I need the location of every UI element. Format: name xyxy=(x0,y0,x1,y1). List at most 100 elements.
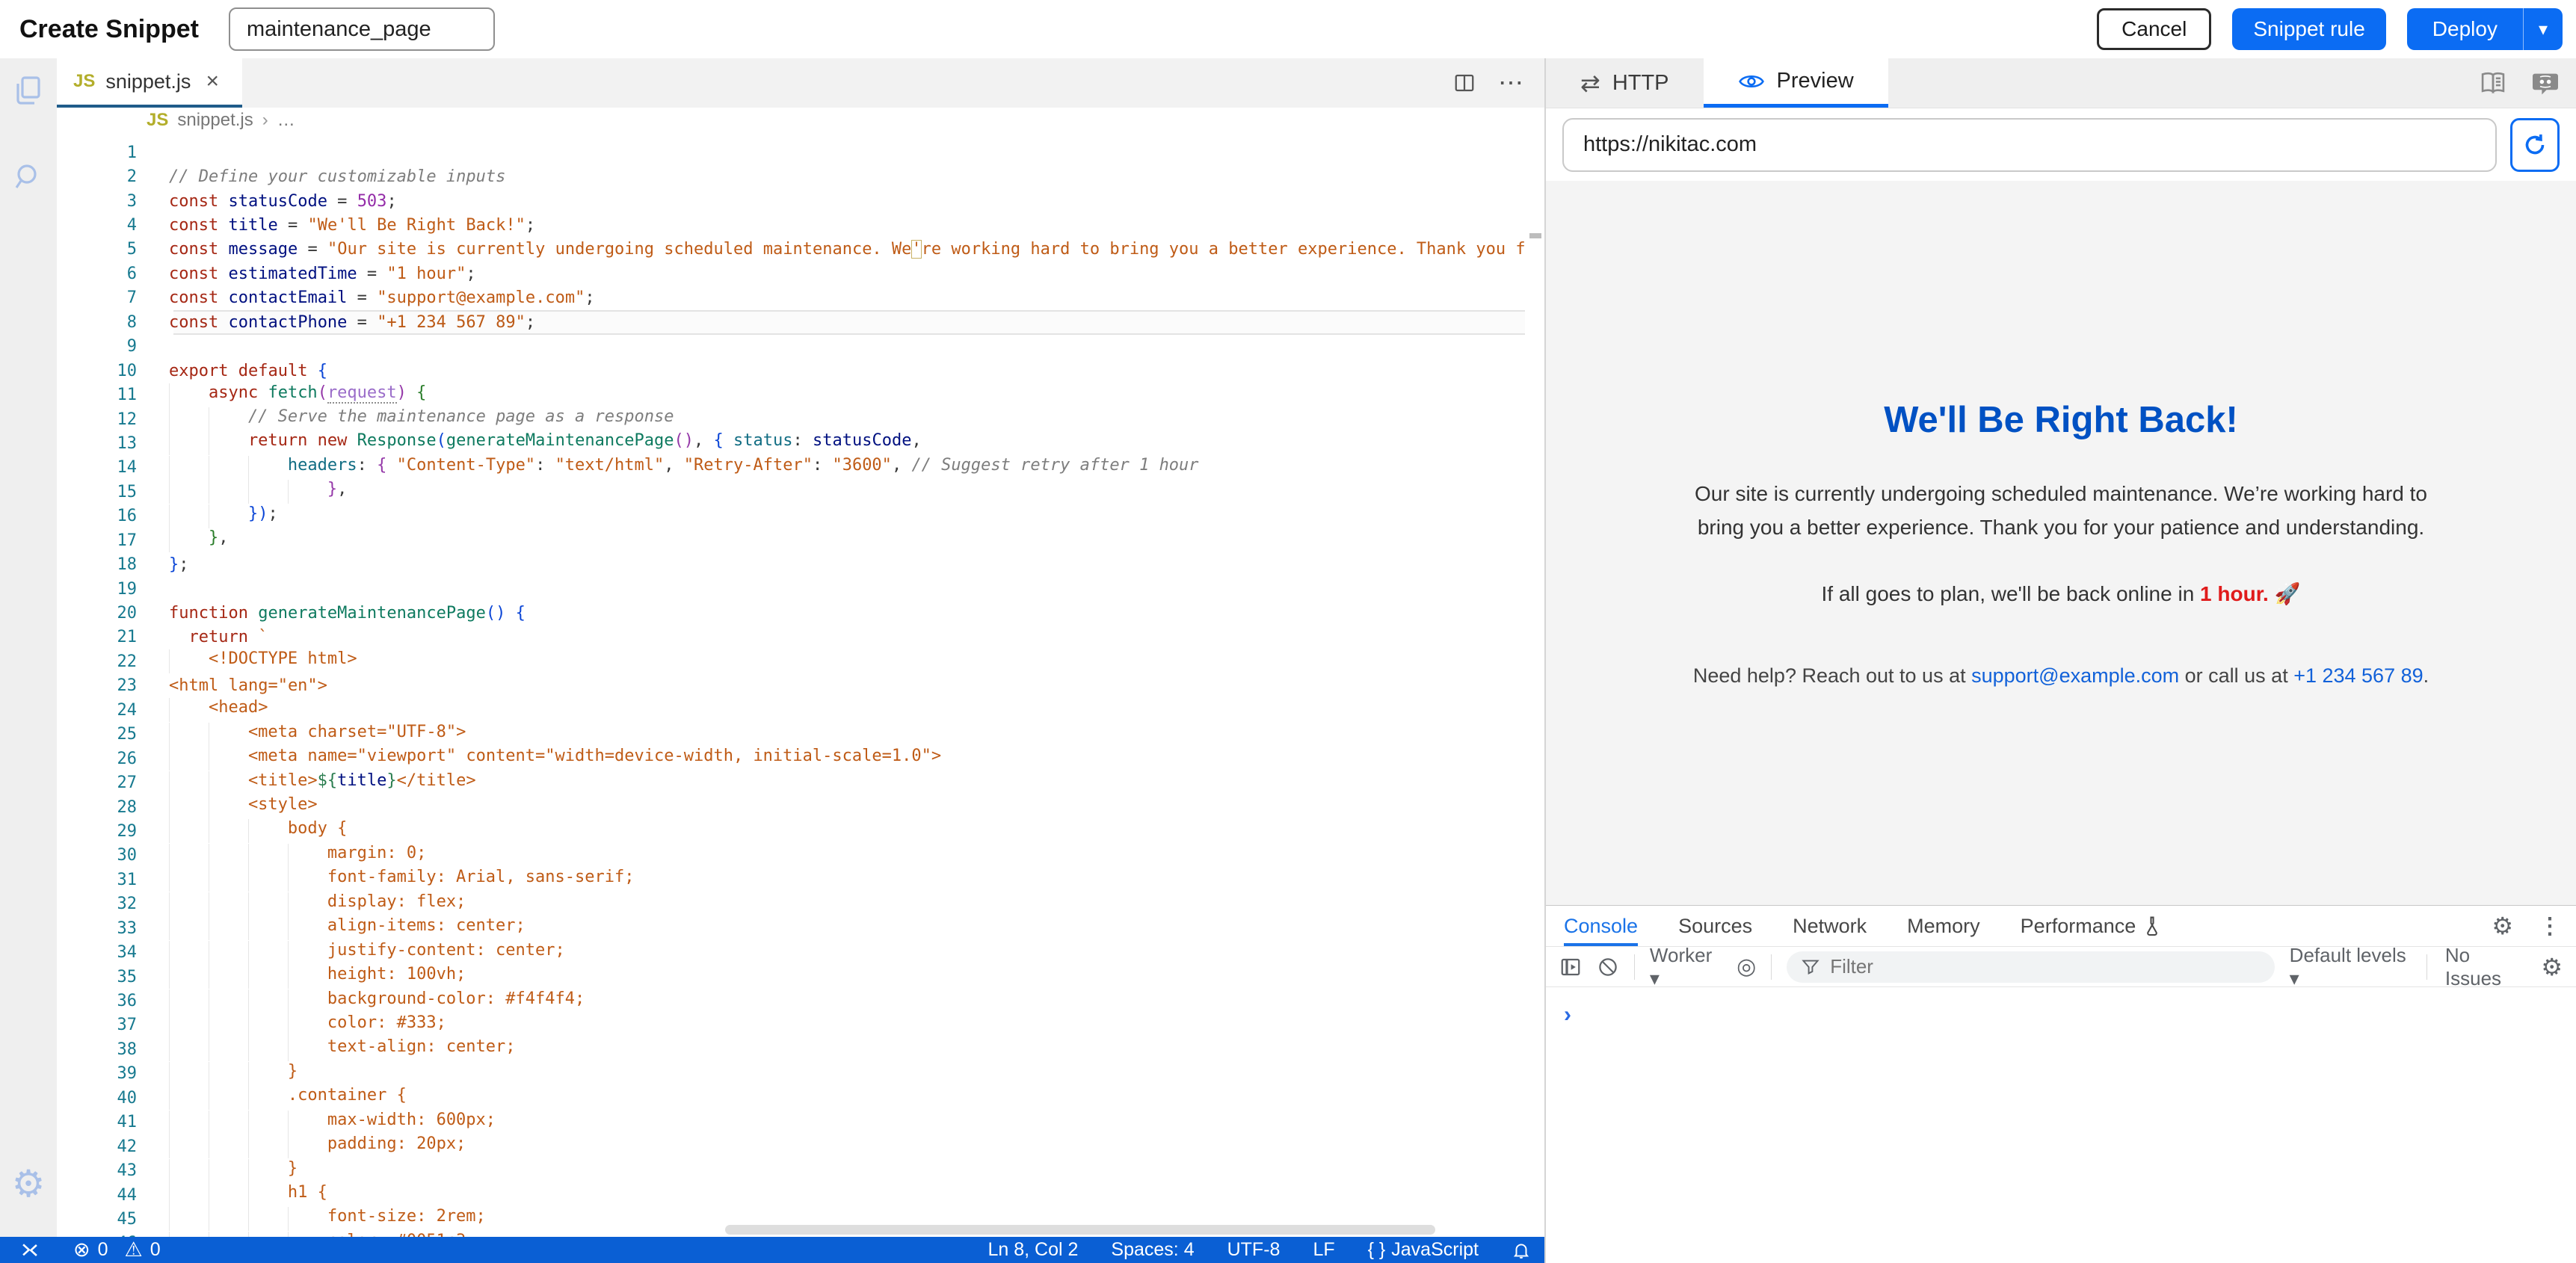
code-line[interactable]: 37color: #333; xyxy=(57,1013,1525,1037)
line-number: 28 xyxy=(57,798,169,817)
context-selector[interactable]: Worker ▾ xyxy=(1650,944,1722,990)
line-number: 25 xyxy=(57,725,169,744)
deploy-dropdown-button[interactable]: ▾ xyxy=(2523,8,2563,50)
code-line[interactable]: 31font-family: Arial, sans-serif; xyxy=(57,868,1525,892)
code-line[interactable]: 17}, xyxy=(57,528,1525,552)
snippet-name-input[interactable] xyxy=(229,7,495,51)
code-line[interactable]: 40.container { xyxy=(57,1086,1525,1110)
code-line[interactable]: 13return new Response(generateMaintenanc… xyxy=(57,431,1525,455)
tab-preview[interactable]: Preview xyxy=(1704,58,1888,108)
devtools-kebab-icon[interactable]: ⋮ xyxy=(2539,913,2561,939)
support-email-link[interactable]: support@example.com xyxy=(1971,664,2179,687)
search-icon[interactable] xyxy=(10,159,46,195)
console-prompt-chevron[interactable]: › xyxy=(1546,987,2576,1028)
breadcrumb[interactable]: JS snippet.js › … xyxy=(57,108,1544,133)
snippet-rule-button[interactable]: Snippet rule xyxy=(2232,8,2385,50)
log-levels-dropdown[interactable]: Default levels ▾ xyxy=(2290,944,2409,990)
code-line[interactable]: 12// Serve the maintenance page as a res… xyxy=(57,407,1525,431)
code-lines[interactable]: 12// Define your customizable inputs3con… xyxy=(57,133,1525,1237)
code-line[interactable]: 35height: 100vh; xyxy=(57,965,1525,989)
console-sidebar-toggle-icon[interactable] xyxy=(1559,956,1582,978)
code-line[interactable]: 28<style> xyxy=(57,795,1525,819)
code-line[interactable]: 5const message = "Our site is currently … xyxy=(57,238,1525,262)
code-line[interactable]: 1 xyxy=(57,140,1525,164)
code-line[interactable]: 33align-items: center; xyxy=(57,916,1525,940)
code-line[interactable]: 22<!DOCTYPE html> xyxy=(57,649,1525,673)
code-line[interactable]: 29body { xyxy=(57,819,1525,843)
devtools-tab-network[interactable]: Network xyxy=(1793,906,1867,946)
devtools-settings-icon[interactable]: ⚙ xyxy=(2492,912,2513,940)
code-line[interactable]: 21 return ` xyxy=(57,626,1525,649)
cancel-button[interactable]: Cancel xyxy=(2097,8,2211,50)
deploy-button[interactable]: Deploy xyxy=(2407,8,2523,50)
code-line[interactable]: 36background-color: #f4f4f4; xyxy=(57,989,1525,1013)
editor-more-actions-icon[interactable]: ⋯ xyxy=(1498,68,1525,98)
code-line[interactable]: 26<meta name="viewport" content="width=d… xyxy=(57,747,1525,771)
devtools-tab-sources[interactable]: Sources xyxy=(1678,906,1752,946)
code-line[interactable]: 43} xyxy=(57,1158,1525,1182)
scrollbar-cursor-mark xyxy=(1529,233,1541,238)
discord-icon[interactable] xyxy=(2531,70,2560,96)
close-tab-icon[interactable]: × xyxy=(206,69,219,94)
line-number: 34 xyxy=(57,943,169,962)
code-line[interactable]: 11async fetch(request) { xyxy=(57,383,1525,407)
code-line[interactable]: 25<meta charset="UTF-8"> xyxy=(57,723,1525,747)
horizontal-scrollbar[interactable] xyxy=(725,1225,1435,1235)
tab-http[interactable]: ⇄ HTTP xyxy=(1546,58,1704,108)
code-line[interactable]: 4const title = "We'll Be Right Back!"; xyxy=(57,213,1525,237)
line-number: 23 xyxy=(57,676,169,695)
code-line[interactable]: 41max-width: 600px; xyxy=(57,1111,1525,1134)
code-line[interactable]: 39} xyxy=(57,1062,1525,1086)
code-line[interactable]: 44h1 { xyxy=(57,1183,1525,1207)
code-line[interactable]: 34justify-content: center; xyxy=(57,940,1525,964)
code-line[interactable]: 3const statusCode = 503; xyxy=(57,189,1525,213)
code-line[interactable]: 7const contactEmail = "support@example.c… xyxy=(57,286,1525,310)
console-filter[interactable] xyxy=(1787,951,2274,983)
code-line[interactable]: 20function generateMaintenancePage() { xyxy=(57,601,1525,625)
code-line[interactable]: 23<html lang="en"> xyxy=(57,674,1525,698)
code-line[interactable]: 18}; xyxy=(57,552,1525,576)
eol-setting[interactable]: LF xyxy=(1313,1239,1334,1261)
code-line[interactable]: 19 xyxy=(57,577,1525,601)
split-editor-icon[interactable] xyxy=(1453,72,1476,94)
reload-button[interactable] xyxy=(2510,118,2560,172)
code-line[interactable]: 32display: flex; xyxy=(57,892,1525,916)
filter-input[interactable] xyxy=(1830,955,2259,978)
problems-indicator[interactable]: ⊗ 0 ⚠ 0 xyxy=(73,1238,161,1262)
clear-console-icon[interactable] xyxy=(1597,956,1619,978)
code-line[interactable]: 9 xyxy=(57,335,1525,359)
console-settings-icon[interactable]: ⚙ xyxy=(2541,953,2563,981)
settings-gear-icon[interactable]: ⚙ xyxy=(10,1166,46,1202)
indentation-setting[interactable]: Spaces: 4 xyxy=(1111,1239,1194,1261)
url-input[interactable] xyxy=(1562,118,2497,172)
code-line[interactable]: 10export default { xyxy=(57,359,1525,383)
code-line[interactable]: 38text-align: center; xyxy=(57,1037,1525,1061)
code-line[interactable]: 15}, xyxy=(57,480,1525,504)
issues-counter[interactable]: No Issues xyxy=(2445,944,2523,990)
code-line[interactable]: 30margin: 0; xyxy=(57,844,1525,868)
code-line[interactable]: 8const contactPhone = "+1 234 567 89"; xyxy=(57,310,1525,334)
live-expression-icon[interactable]: ◎ xyxy=(1737,954,1756,980)
line-number: 43 xyxy=(57,1161,169,1180)
line-number: 17 xyxy=(57,531,169,550)
remote-indicator-icon[interactable] xyxy=(19,1240,40,1261)
files-icon[interactable] xyxy=(10,73,46,109)
line-number: 11 xyxy=(57,386,169,404)
code-line[interactable]: 14headers: { "Content-Type": "text/html"… xyxy=(57,456,1525,480)
code-line[interactable]: 6const estimatedTime = "1 hour"; xyxy=(57,262,1525,285)
notifications-bell-icon[interactable] xyxy=(1512,1241,1531,1260)
devtools-tab-memory[interactable]: Memory xyxy=(1907,906,1980,946)
devtools-tab-performance[interactable]: Performance xyxy=(2021,906,2162,946)
language-mode[interactable]: { } JavaScript xyxy=(1368,1239,1479,1261)
devtools-tab-console[interactable]: Console xyxy=(1564,906,1638,946)
docs-book-icon[interactable] xyxy=(2479,70,2507,96)
code-line[interactable]: 24<head> xyxy=(57,698,1525,722)
cursor-position[interactable]: Ln 8, Col 2 xyxy=(988,1239,1079,1261)
phone-link[interactable]: +1 234 567 89 xyxy=(2293,664,2423,687)
code-line[interactable]: 42padding: 20px; xyxy=(57,1134,1525,1158)
code-line[interactable]: 27<title>${title}</title> xyxy=(57,771,1525,794)
code-line[interactable]: 16}); xyxy=(57,504,1525,528)
tab-snippet-js[interactable]: JS snippet.js × xyxy=(57,58,242,108)
code-line[interactable]: 2// Define your customizable inputs xyxy=(57,164,1525,188)
encoding-setting[interactable]: UTF-8 xyxy=(1227,1239,1281,1261)
